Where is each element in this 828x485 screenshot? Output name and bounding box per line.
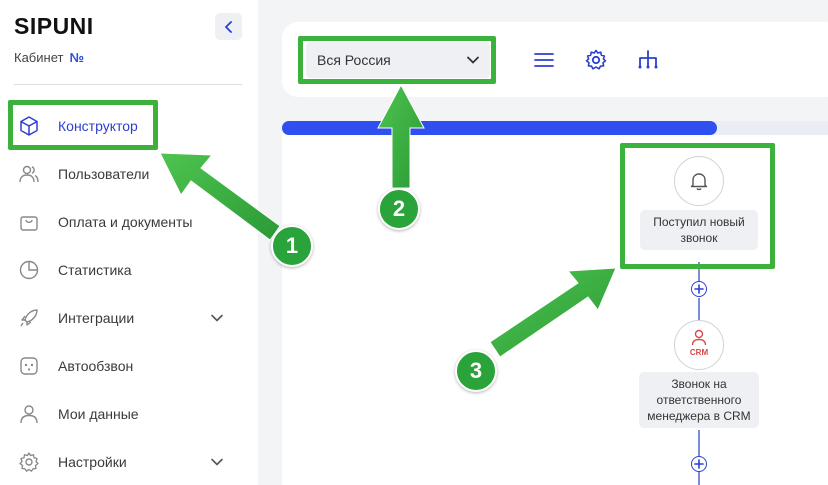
annotation-badge-2: 2 (378, 188, 420, 230)
annotation-arrows (159, 83, 617, 358)
annotation-badge-3: 3 (455, 350, 497, 392)
annotation-badge-1: 1 (271, 225, 313, 267)
arrow-3 (489, 267, 617, 358)
arrow-2 (377, 83, 425, 189)
arrow-1 (159, 152, 281, 241)
